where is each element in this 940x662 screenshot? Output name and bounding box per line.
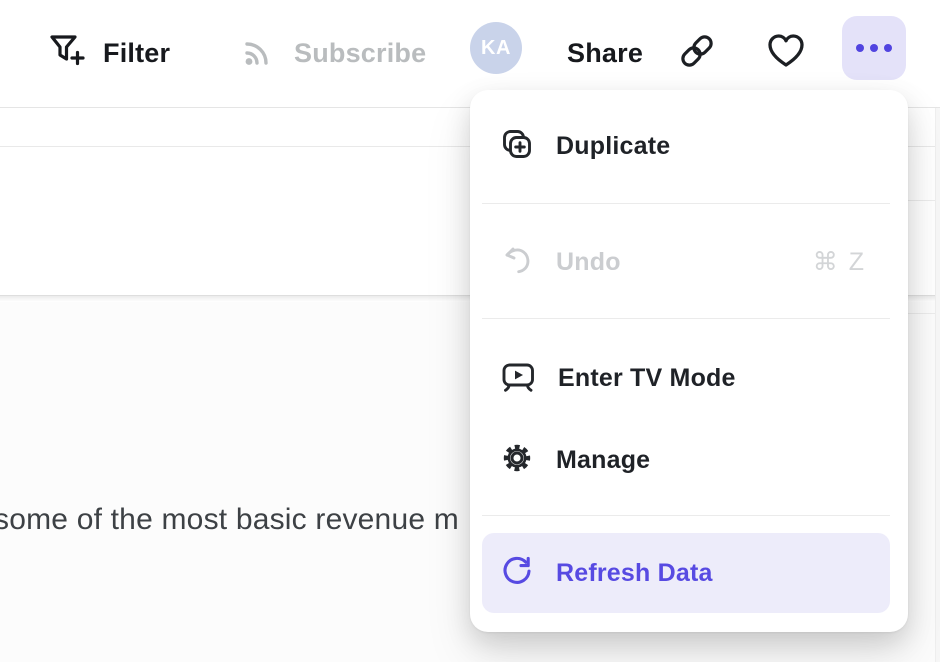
avatar[interactable]: KA (470, 22, 522, 74)
menu-item-manage[interactable]: Manage (470, 430, 908, 490)
share-link-icon (676, 30, 718, 77)
ellipsis-icon (856, 44, 892, 52)
page-text-fragment: some of the most basic revenue m (0, 503, 459, 537)
menu-item-label: Enter TV Mode (558, 364, 736, 393)
tv-play-icon (500, 358, 536, 399)
menu-item-refresh-data[interactable]: Refresh Data (482, 533, 890, 613)
menu-item-shortcut: ⌘ Z (813, 232, 866, 292)
app-screen: some of the most basic revenue m Filter … (0, 0, 940, 662)
right-edge-gutter (935, 108, 940, 662)
subscribe-label: Subscribe (294, 38, 426, 69)
menu-item-enter-tv-mode[interactable]: Enter TV Mode (470, 348, 908, 408)
filter-button[interactable]: Filter (46, 0, 170, 107)
rss-icon (240, 32, 278, 75)
gear-icon (500, 441, 534, 480)
undo-icon (500, 243, 534, 282)
menu-item-label: Duplicate (556, 132, 670, 161)
menu-item-label: Refresh Data (556, 559, 713, 588)
filter-plus-icon (46, 31, 88, 76)
filter-label: Filter (103, 38, 170, 69)
menu-item-label: Manage (556, 446, 650, 475)
more-actions-menu: Duplicate Undo ⌘ Z Enter TV M (470, 90, 908, 632)
menu-item-duplicate[interactable]: Duplicate (470, 116, 908, 176)
menu-divider (482, 515, 890, 516)
heart-icon (764, 31, 808, 76)
refresh-icon (500, 554, 534, 593)
avatar-initials: KA (481, 37, 511, 60)
more-actions-button[interactable] (842, 16, 906, 80)
duplicate-icon (500, 127, 534, 166)
share-label: Share (567, 38, 643, 69)
menu-item-undo[interactable]: Undo ⌘ Z (470, 232, 908, 292)
menu-divider (482, 318, 890, 319)
subscribe-button[interactable]: Subscribe (240, 0, 426, 107)
menu-divider (482, 203, 890, 204)
menu-item-label: Undo (556, 248, 621, 277)
